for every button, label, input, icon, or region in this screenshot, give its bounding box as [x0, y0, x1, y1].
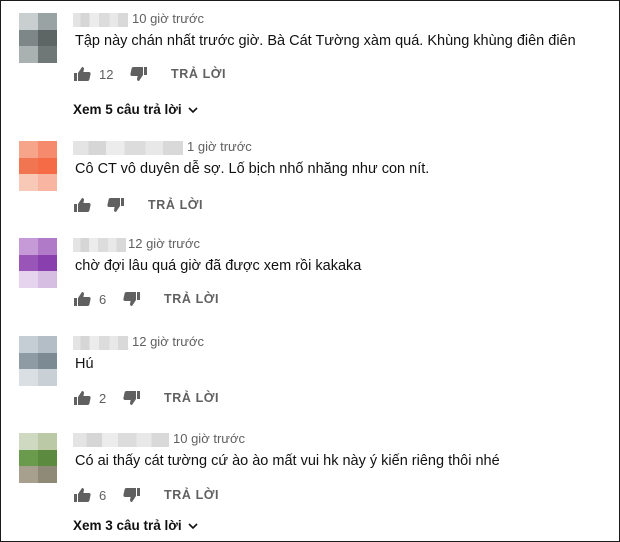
comment-actions: 2 TRẢ LỜI	[73, 390, 373, 408]
chevron-down-icon	[188, 523, 198, 530]
comment-actions: TRẢ LỜI	[73, 197, 373, 215]
avatar[interactable]	[19, 433, 57, 483]
thumbs-up-icon[interactable]	[73, 291, 91, 307]
comment-text: Hú	[75, 356, 94, 372]
comment-time: 10 giờ trước	[173, 431, 245, 446]
like-count: 6	[99, 292, 107, 307]
reply-button[interactable]: TRẢ LỜI	[164, 488, 219, 502]
comment-time: 10 giờ trước	[132, 11, 204, 26]
comment-text: Tập này chán nhất trước giờ. Bà Cát Tườn…	[75, 33, 576, 49]
chevron-down-icon	[188, 107, 198, 114]
thumbs-down-icon[interactable]	[123, 390, 141, 406]
reply-button[interactable]: TRẢ LỜI	[164, 292, 219, 306]
avatar[interactable]	[19, 238, 57, 288]
comment-time: 12 giờ trước	[132, 334, 204, 349]
author-name-blurred[interactable]	[73, 336, 128, 350]
comments-panel: 10 giờ trước Tập này chán nhất trước giờ…	[0, 0, 620, 542]
comment-actions: 12 TRẢ LỜI	[73, 66, 373, 84]
reply-button[interactable]: TRẢ LỜI	[171, 67, 226, 81]
reply-button[interactable]: TRẢ LỜI	[148, 198, 203, 212]
thumbs-up-icon[interactable]	[73, 487, 91, 503]
avatar[interactable]	[19, 13, 57, 63]
comment-text: chờ đợi lâu quá giờ đã được xem rồi kaka…	[75, 258, 362, 274]
author-name-blurred[interactable]	[73, 433, 169, 447]
view-replies-label: Xem 5 câu trả lời	[73, 102, 182, 117]
like-count: 12	[99, 67, 114, 82]
thumbs-down-icon[interactable]	[130, 66, 148, 82]
thumbs-up-icon[interactable]	[73, 66, 91, 82]
like-count: 2	[99, 391, 107, 406]
like-count: 6	[99, 488, 107, 503]
comment-text: Có ai thấy cát tường cứ ào ào mất vui hk…	[75, 453, 500, 469]
thumbs-down-icon[interactable]	[107, 197, 125, 213]
view-replies-label: Xem 3 câu trả lời	[73, 518, 182, 533]
thumbs-up-icon[interactable]	[73, 390, 91, 406]
avatar[interactable]	[19, 336, 57, 386]
comment-time: 12 giờ trước	[128, 236, 200, 251]
comment-actions: 6 TRẢ LỜI	[73, 291, 373, 309]
author-name-blurred[interactable]	[73, 238, 126, 252]
comment-actions: 6 TRẢ LỜI	[73, 487, 373, 505]
view-replies-button[interactable]: Xem 3 câu trả lời	[73, 518, 198, 533]
reply-button[interactable]: TRẢ LỜI	[164, 391, 219, 405]
author-name-blurred[interactable]	[73, 13, 128, 27]
thumbs-up-icon[interactable]	[73, 197, 91, 213]
comment-text: Cô CT vô duyên dễ sợ. Lố bịch nhố nhăng …	[75, 161, 430, 177]
avatar[interactable]	[19, 141, 57, 191]
author-name-blurred[interactable]	[73, 141, 183, 155]
thumbs-down-icon[interactable]	[123, 487, 141, 503]
view-replies-button[interactable]: Xem 5 câu trả lời	[73, 102, 198, 117]
thumbs-down-icon[interactable]	[123, 291, 141, 307]
comment-time: 1 giờ trước	[187, 139, 252, 154]
